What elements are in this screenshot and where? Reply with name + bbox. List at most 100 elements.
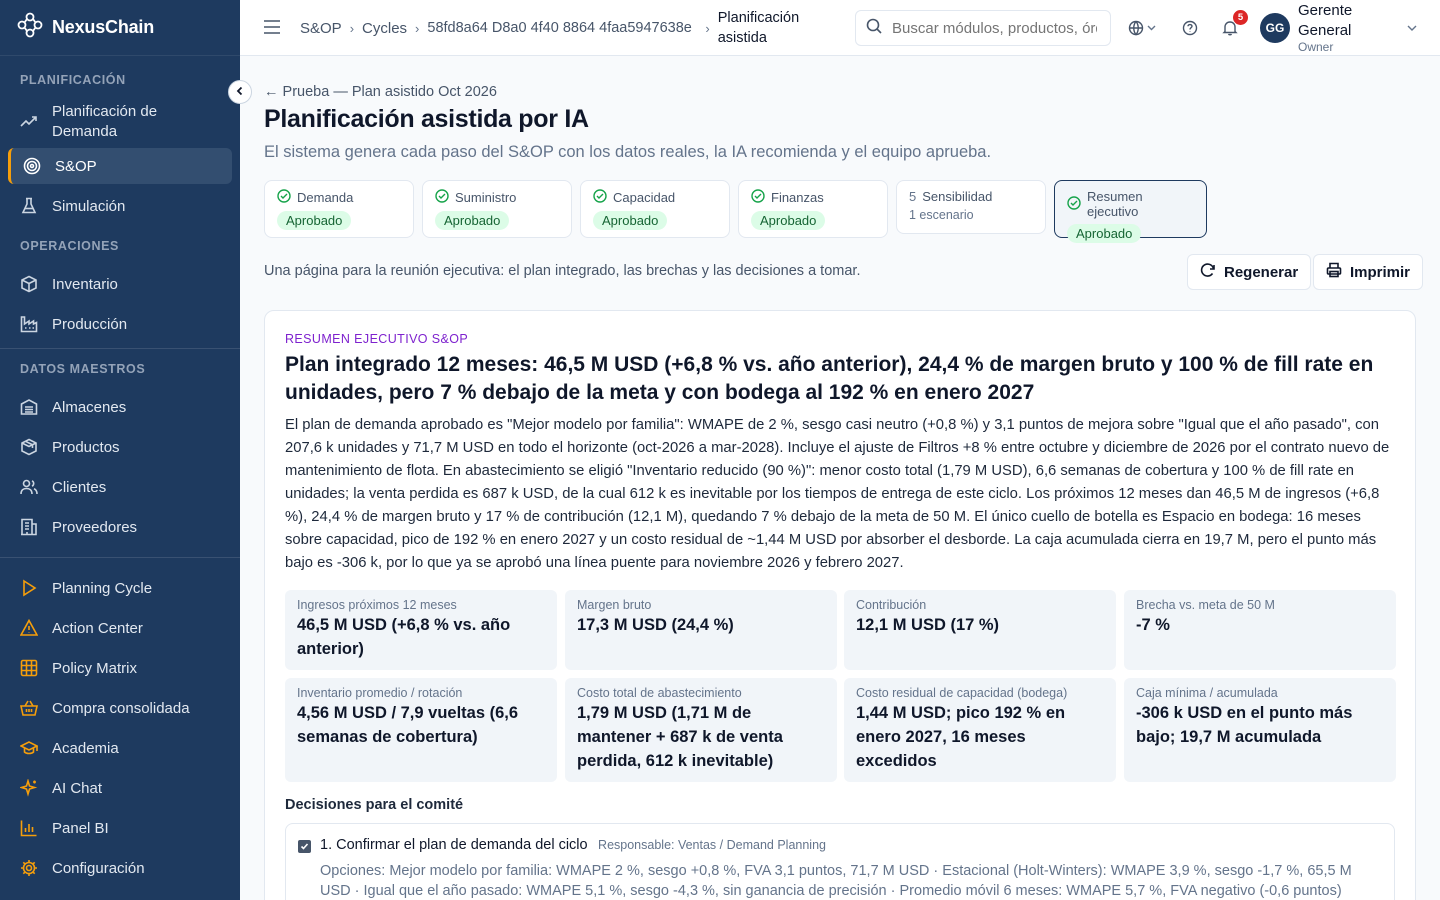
sidebar-item-planning-cycle[interactable]: Planning Cycle: [0, 568, 240, 608]
user-name[interactable]: Gerente General: [1298, 1, 1368, 41]
step-finanzas[interactable]: Finanzas Aprobado: [738, 180, 888, 238]
sidebar-item-compra-consolidada[interactable]: Compra consolidada: [0, 688, 240, 728]
check-circle-icon: [435, 189, 449, 206]
sidebar-item-label: Compra consolidada: [52, 699, 190, 717]
chevron-down-icon[interactable]: [1145, 18, 1157, 38]
brand-name: NexusChain: [52, 17, 155, 37]
sidebar-item-produccion[interactable]: Producción: [0, 304, 240, 344]
step-label: Sensibilidad: [922, 189, 993, 204]
step-suministro[interactable]: Suministro Aprobado: [422, 180, 572, 238]
chevron-down-icon[interactable]: [1402, 18, 1422, 38]
sidebar-item-productos[interactable]: Productos: [0, 427, 240, 467]
globe-icon[interactable]: [1126, 18, 1146, 38]
sidebar-item-label: AI Chat: [52, 779, 103, 797]
step-tabs: Demanda Aprobado Suministro Aprobado Cap…: [264, 180, 1207, 243]
warehouse-icon: [20, 398, 38, 416]
sidebar-item-inventario[interactable]: Inventario: [0, 264, 240, 304]
chevron-right-icon: ›: [415, 20, 420, 36]
sidebar-item-academia[interactable]: Academia: [0, 728, 240, 768]
avatar[interactable]: GG: [1260, 13, 1290, 43]
kpi-value: 12,1 M USD (17 %): [856, 616, 1000, 634]
sidebar-item-demand-planning[interactable]: Planificación de Demanda: [0, 99, 240, 145]
step-label: Capacidad: [613, 190, 676, 205]
kpi-card: Margen bruto 17,3 M USD (24,4 %): [565, 590, 837, 670]
sidebar-item-almacenes[interactable]: Almacenes: [0, 387, 240, 427]
page-title: Planificación asistida por IA: [264, 105, 589, 133]
sidebar-item-label: Academia: [52, 739, 119, 757]
back-link[interactable]: ← Prueba — Plan asistido Oct 2026: [264, 84, 497, 100]
alert-icon: [20, 619, 38, 637]
sidebar-item-simulacion[interactable]: Simulación: [0, 186, 240, 226]
kpi-value: -7 %: [1136, 616, 1170, 634]
sidebar-item-panel-bi[interactable]: Panel BI: [0, 808, 240, 848]
kpi-value: 1,79 M USD (1,71 M de mantener + 687 k d…: [577, 704, 783, 770]
logo-icon: [17, 12, 43, 43]
summary-title: Plan integrado 12 meses: 46,5 M USD (+6,…: [285, 353, 1374, 404]
breadcrumb-cycle-id[interactable]: 58fd8a64 D8a0 4f40 8864 4faa5947638e: [427, 18, 697, 38]
step-demanda[interactable]: Demanda Aprobado: [264, 180, 414, 238]
kpi-card: Inventario promedio / rotación 4,56 M US…: [285, 678, 557, 782]
sidebar-item-proveedores[interactable]: Proveedores: [0, 507, 240, 547]
kpi-label: Contribución: [856, 598, 927, 612]
back-link-label: Prueba — Plan asistido Oct 2026: [282, 84, 497, 100]
target-icon: [23, 157, 41, 175]
menu-icon[interactable]: [263, 19, 281, 40]
sidebar-item-label: Productos: [52, 438, 120, 456]
kpi-label: Costo residual de capacidad (bodega): [856, 686, 1068, 700]
help-icon[interactable]: [1180, 18, 1200, 38]
step-resumen-ejecutivo[interactable]: Resumen ejecutivo Aprobado: [1054, 180, 1207, 243]
print-button[interactable]: Imprimir: [1313, 254, 1424, 290]
sidebar-item-clientes[interactable]: Clientes: [0, 467, 240, 507]
users-icon: [20, 478, 38, 496]
step-sensibilidad[interactable]: 5 Sensibilidad 1 escenario: [896, 180, 1046, 234]
brand[interactable]: NexusChain: [0, 0, 240, 56]
section-title-datos-maestros: DATOS MAESTROS: [20, 362, 146, 376]
sidebar-item-action-center[interactable]: Action Center: [0, 608, 240, 648]
package-icon: [20, 438, 38, 456]
print-label: Imprimir: [1350, 263, 1411, 281]
decision-checkbox[interactable]: [298, 840, 311, 853]
chevron-left-icon: [235, 83, 245, 101]
kpi-card: Caja mínima / acumulada -306 k USD en el…: [1124, 678, 1396, 782]
box-icon: [20, 275, 38, 293]
sidebar-item-ai-chat[interactable]: AI Chat: [0, 768, 240, 808]
page-subtitle: El sistema genera cada paso del S&OP con…: [264, 143, 992, 161]
kpi-value: 17,3 M USD (24,4 %): [577, 616, 734, 634]
kpi-label: Caja mínima / acumulada: [1136, 686, 1278, 700]
flask-icon: [20, 197, 38, 215]
breadcrumb: S&OP › Cycles › 58fd8a64 D8a0 4f40 8864 …: [300, 0, 818, 56]
search-input[interactable]: [892, 19, 1097, 37]
graduation-icon: [20, 739, 38, 757]
status-badge: Aprobado: [277, 211, 352, 230]
search-box[interactable]: [855, 10, 1111, 46]
step-sub: 1 escenario: [909, 208, 974, 222]
decision-item: 1. Confirmar el plan de demanda del cicl…: [285, 823, 1395, 900]
chevron-right-icon: ›: [349, 20, 355, 36]
chevron-right-icon: ›: [705, 20, 710, 36]
regenerate-button[interactable]: Regenerar: [1187, 254, 1312, 290]
breadcrumb-cycles[interactable]: Cycles: [362, 20, 407, 37]
kpi-label: Costo total de abastecimiento: [577, 686, 742, 700]
step-label: Finanzas: [771, 190, 824, 205]
step-capacidad[interactable]: Capacidad Aprobado: [580, 180, 730, 238]
breadcrumb-sop[interactable]: S&OP: [300, 20, 342, 37]
sidebar-item-label: Planning Cycle: [52, 579, 153, 597]
kpi-label: Inventario promedio / rotación: [297, 686, 463, 700]
top-header: S&OP › Cycles › 58fd8a64 D8a0 4f40 8864 …: [240, 0, 1440, 56]
status-badge: Aprobado: [593, 211, 668, 230]
search-icon: [866, 18, 882, 39]
kpi-card: Costo total de abastecimiento 1,79 M USD…: [565, 678, 837, 782]
arrow-left-icon: ←: [264, 84, 279, 100]
sidebar-item-policy-matrix[interactable]: Policy Matrix: [0, 648, 240, 688]
sidebar-item-configuracion[interactable]: Configuración: [0, 848, 240, 888]
sparkle-icon: [20, 779, 38, 797]
kpi-label: Ingresos próximos 12 meses: [297, 598, 457, 612]
grid-icon: [20, 659, 38, 677]
sidebar-item-label: Almacenes: [52, 398, 127, 416]
kpi-value: -306 k USD en el punto más bajo; 19,7 M …: [1136, 704, 1353, 746]
sidebar-item-sop[interactable]: S&OP: [8, 148, 232, 184]
section-title-operaciones: OPERACIONES: [20, 239, 119, 253]
notification-badge: 5: [1233, 10, 1248, 25]
collapse-sidebar-button[interactable]: [228, 80, 252, 104]
kpi-label: Brecha vs. meta de 50 M: [1136, 598, 1275, 612]
